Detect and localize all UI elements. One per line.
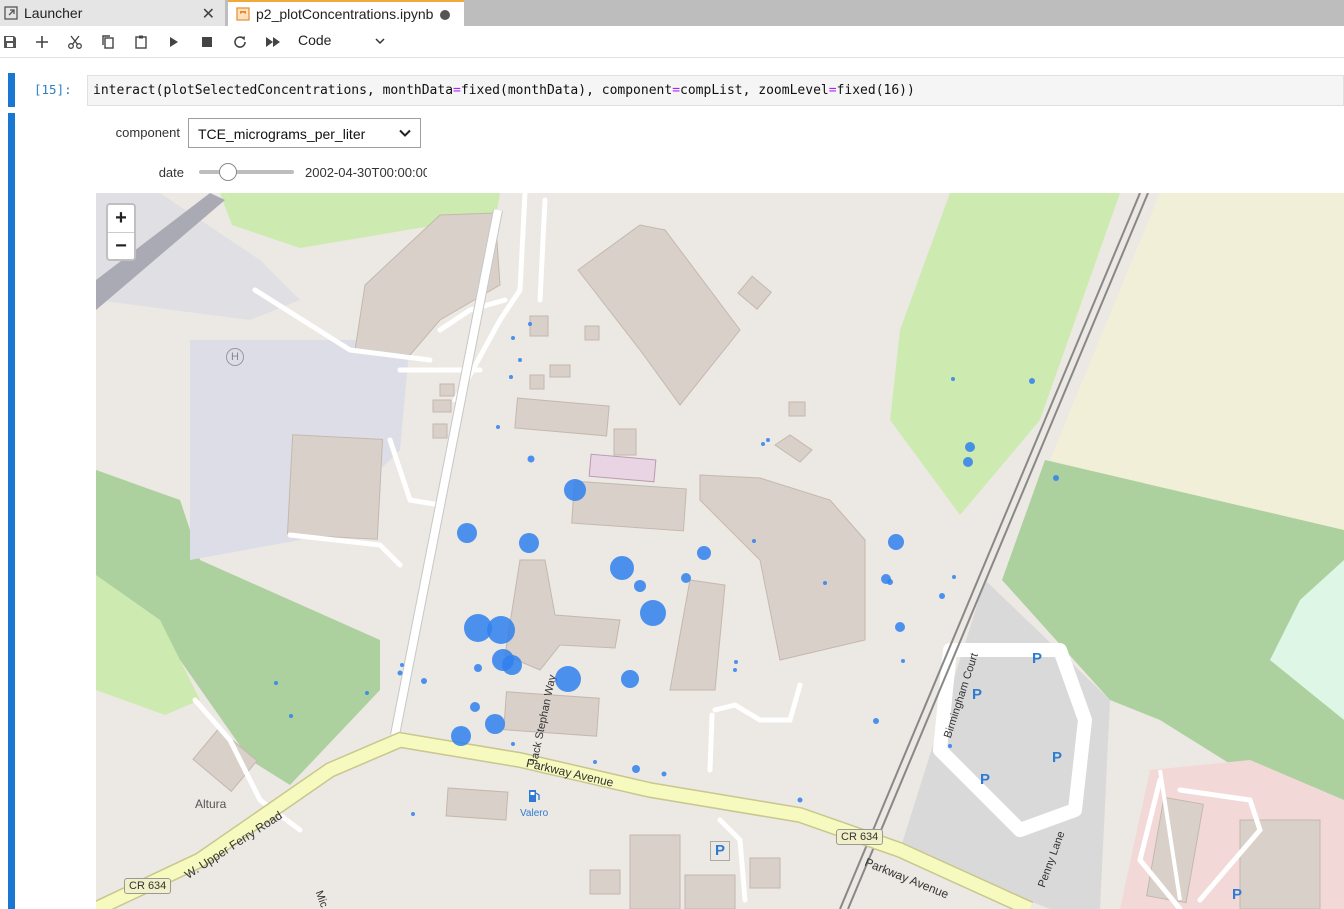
unsaved-dot-icon[interactable] — [440, 10, 450, 20]
concentration-marker — [564, 479, 586, 501]
code-editor[interactable]: interact(plotSelectedConcentrations, mon… — [87, 75, 1344, 106]
concentration-marker — [397, 670, 403, 676]
date-slider-handle[interactable] — [218, 163, 237, 181]
concentration-marker — [948, 744, 952, 748]
notebook-toolbar: Code — [0, 26, 1344, 58]
concentration-marker — [274, 681, 278, 685]
cell-type-value: Code — [298, 32, 332, 48]
concentration-marker — [901, 659, 905, 663]
paste-icon[interactable] — [131, 32, 151, 52]
concentration-marker — [487, 616, 515, 644]
concentration-marker — [752, 539, 756, 543]
concentration-marker — [621, 670, 639, 688]
concentration-marker — [939, 593, 945, 599]
concentration-marker — [640, 600, 666, 626]
stop-icon[interactable] — [197, 32, 217, 52]
concentration-marker — [888, 534, 904, 550]
concentration-marker — [421, 678, 427, 684]
tab-label: Launcher — [24, 5, 83, 21]
concentration-marker — [697, 546, 711, 560]
concentration-marker — [511, 336, 515, 340]
run-all-icon[interactable] — [263, 32, 283, 52]
concentration-marker — [528, 322, 532, 326]
concentration-marker — [518, 358, 522, 362]
concentration-marker — [632, 765, 640, 773]
concentration-marker — [895, 622, 905, 632]
concentration-marker — [1053, 475, 1059, 481]
date-slider-track[interactable] — [199, 170, 294, 174]
concentration-marker — [766, 438, 770, 442]
concentration-marker — [761, 442, 765, 446]
concentration-marker — [681, 573, 691, 583]
chevron-down-icon — [374, 34, 386, 50]
concentration-marker — [496, 425, 500, 429]
code-token: fixed(monthData), component — [460, 83, 673, 98]
run-icon[interactable] — [164, 32, 184, 52]
concentration-marker — [963, 457, 973, 467]
concentration-marker — [734, 660, 738, 664]
concentration-marker — [951, 377, 955, 381]
concentration-marker — [511, 742, 515, 746]
cell-type-select[interactable]: Code — [298, 32, 385, 48]
concentration-marker — [400, 663, 404, 667]
concentration-marker — [1029, 378, 1035, 384]
concentration-marker — [457, 523, 477, 543]
notebook-icon — [236, 7, 250, 21]
code-token: interact(plotSelectedConcentrations, mon… — [93, 83, 454, 98]
close-icon[interactable]: ✕ — [202, 4, 215, 24]
copy-icon[interactable] — [98, 32, 118, 52]
concentration-marker — [887, 579, 893, 585]
zoom-out-button[interactable]: − — [108, 233, 134, 260]
tab-label: p2_plotConcentrations.ipynb — [256, 6, 434, 22]
concentration-marker — [555, 666, 581, 692]
concentration-marker — [634, 580, 646, 592]
output-collapser[interactable] — [8, 113, 15, 909]
concentration-marker — [502, 655, 522, 675]
concentration-marker — [451, 726, 471, 746]
concentration-marker — [797, 797, 803, 803]
concentration-marker — [519, 533, 539, 553]
restart-icon[interactable] — [230, 32, 250, 52]
add-cell-icon[interactable] — [32, 32, 52, 52]
concentration-marker — [411, 812, 415, 816]
concentration-marker — [873, 718, 879, 724]
active-cell-indicator[interactable] — [8, 73, 15, 107]
chevron-down-icon — [398, 126, 412, 143]
component-value: TCE_micrograms_per_liter — [198, 126, 366, 142]
zoom-control: + − — [106, 203, 136, 261]
date-label: date — [158, 165, 184, 180]
zoom-in-button[interactable]: + — [108, 205, 134, 233]
concentration-marker — [470, 702, 480, 712]
date-value: 2002-04-30T00:00:00 — [305, 165, 427, 180]
concentration-marker — [509, 375, 513, 379]
code-token: fixed(16)) — [836, 83, 915, 98]
code-operator: = — [672, 83, 681, 98]
concentration-marker — [485, 714, 505, 734]
tab-notebook[interactable]: p2_plotConcentrations.ipynb — [228, 0, 464, 26]
cell-prompt: [15]: — [34, 82, 72, 97]
component-dropdown[interactable]: TCE_micrograms_per_liter — [188, 118, 421, 148]
save-icon[interactable] — [0, 32, 20, 52]
code-token: compList, zoomLevel — [680, 83, 829, 98]
tab-bar: Launcher ✕ p2_plotConcentrations.ipynb — [0, 0, 1344, 26]
concentration-marker — [952, 575, 956, 579]
concentration-marker — [527, 455, 535, 463]
component-label: component — [115, 125, 180, 140]
leaflet-map[interactable]: Jack Stephan Way Parkway Avenue Parkway … — [96, 193, 1344, 909]
concentration-marker — [733, 668, 737, 672]
concentration-markers — [274, 322, 1059, 816]
concentration-marker — [610, 556, 634, 580]
concentration-marker — [365, 691, 369, 695]
concentration-marker — [593, 760, 597, 764]
tab-launcher[interactable]: Launcher ✕ — [0, 0, 226, 26]
launcher-icon — [4, 6, 18, 20]
concentration-marker — [965, 442, 975, 452]
cut-icon[interactable] — [65, 32, 85, 52]
concentration-marker — [661, 771, 667, 777]
concentration-marker — [474, 664, 482, 672]
code-operator: = — [453, 83, 461, 98]
code-operator: = — [828, 83, 837, 98]
concentration-marker — [289, 714, 293, 718]
concentration-marker — [823, 581, 827, 585]
